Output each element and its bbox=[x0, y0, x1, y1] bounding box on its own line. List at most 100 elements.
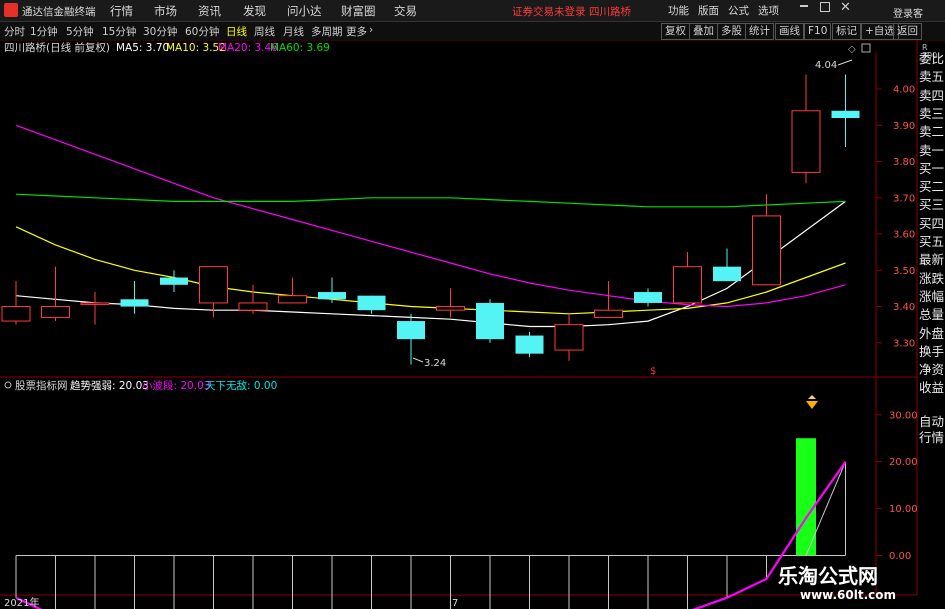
menu-item-options[interactable]: 选项 bbox=[758, 3, 779, 18]
menu-item-trade[interactable]: 交易 bbox=[394, 3, 417, 19]
kline-chart[interactable]: 4.00 3.90 3.80 3.70 3.60 3.50 3.40 3.30 30.00 20… bbox=[0, 40, 945, 609]
menu-item-discover[interactable]: 发现 bbox=[243, 3, 266, 19]
candle-body-12 bbox=[476, 302, 504, 340]
panel-expand-icon[interactable] bbox=[861, 43, 871, 53]
side-item-0[interactable]: 委比 bbox=[919, 51, 945, 67]
period-monthly[interactable]: 月线 bbox=[283, 24, 304, 39]
close-icon[interactable]: ✕ bbox=[840, 0, 851, 15]
candle-19 bbox=[752, 194, 781, 286]
overlay-button[interactable]: 叠加 bbox=[689, 23, 718, 40]
side-item-6[interactable]: 买一 bbox=[919, 161, 945, 177]
stats-button[interactable]: 统计 bbox=[745, 23, 774, 40]
ind-tick-label-1: 20.00 bbox=[889, 457, 918, 468]
period-intraday[interactable]: 分时 bbox=[4, 24, 25, 39]
ma60-line bbox=[15, 193, 846, 208]
adjust-button[interactable]: 复权 bbox=[661, 23, 690, 40]
minimize-icon[interactable] bbox=[800, 5, 808, 7]
ind-tick-label-2: 10.00 bbox=[889, 504, 918, 515]
candle-body-18 bbox=[713, 266, 741, 282]
period-weekly[interactable]: 周线 bbox=[254, 24, 275, 39]
signal-diamond-top-icon bbox=[808, 395, 816, 399]
multi-stock-button[interactable]: 多股 bbox=[717, 23, 746, 40]
indicator-settings-icon[interactable] bbox=[4, 381, 12, 389]
candle-14 bbox=[554, 313, 584, 361]
ma60-label: MA60: 3.69 bbox=[270, 42, 330, 54]
candle-0 bbox=[1, 281, 31, 325]
side-item-11[interactable]: 最新 bbox=[919, 252, 945, 268]
menu-item-market-quotes[interactable]: 行情 bbox=[110, 3, 133, 19]
more-chevron-icon[interactable]: › bbox=[369, 24, 373, 36]
price-axis: 4.00 3.90 3.80 3.70 3.60 3.50 3.40 3.30 bbox=[876, 85, 915, 349]
back-button[interactable]: 返回 bbox=[893, 23, 922, 40]
period-multi[interactable]: 多周期 bbox=[311, 24, 343, 39]
period-1min[interactable]: 1分钟 bbox=[30, 24, 58, 39]
side-item-17[interactable]: 净资 bbox=[919, 362, 945, 378]
axis-month-label: 7 bbox=[452, 598, 458, 609]
side-item-14[interactable]: 总量 bbox=[919, 307, 945, 323]
app-logo-icon bbox=[4, 3, 18, 17]
candle-body-14 bbox=[554, 324, 584, 351]
side-item-12[interactable]: 涨跌 bbox=[919, 271, 945, 287]
candle-body-2 bbox=[80, 302, 110, 305]
side-item-1[interactable]: 卖五 bbox=[919, 69, 945, 85]
candle-body-9 bbox=[357, 295, 386, 311]
side-item-13[interactable]: 涨幅 bbox=[919, 289, 945, 305]
side-item-3[interactable]: 卖三 bbox=[919, 106, 945, 122]
signal-marker-icon: $ bbox=[650, 366, 656, 377]
menu-item-formula[interactable]: 公式 bbox=[728, 3, 749, 18]
small-wave-line bbox=[15, 461, 847, 609]
price-tick-label-4: 3.60 bbox=[893, 230, 915, 241]
side-auto[interactable]: 自动 bbox=[919, 414, 945, 430]
period-5min[interactable]: 5分钟 bbox=[66, 24, 94, 39]
side-item-9[interactable]: 买四 bbox=[919, 216, 945, 232]
zoom-diamond-icon[interactable]: ◇ bbox=[848, 44, 856, 55]
side-item-8[interactable]: 买三 bbox=[919, 197, 945, 213]
side-item-2[interactable]: 卖四 bbox=[919, 88, 945, 104]
login-link[interactable]: 登录客 bbox=[893, 5, 923, 20]
candle-body-6 bbox=[238, 302, 268, 311]
candle-body-11 bbox=[436, 306, 465, 311]
period-toolbar: 分时 1分钟 5分钟 15分钟 30分钟 60分钟 日线 周线 月线 多周期 更… bbox=[0, 22, 945, 41]
mark-button[interactable]: 标记 bbox=[832, 23, 861, 40]
login-alert[interactable]: 证券交易未登录 bbox=[512, 4, 586, 19]
period-daily[interactable]: 日线 bbox=[226, 24, 247, 39]
candle-18 bbox=[713, 248, 741, 282]
stock-label: 四川路桥(日线 前复权) bbox=[4, 41, 110, 54]
ma5-label: MA5: 3.70 bbox=[116, 42, 169, 54]
candle-body-8 bbox=[318, 292, 346, 300]
side-item-10[interactable]: 买五 bbox=[919, 234, 945, 250]
side-item-15[interactable]: 外盘 bbox=[919, 326, 945, 342]
small-wave-label: 小波段: 20.03 bbox=[142, 379, 210, 392]
menu-item-market[interactable]: 市场 bbox=[154, 3, 177, 19]
side-item-4[interactable]: 卖二 bbox=[919, 124, 945, 140]
price-tick-label-1: 3.90 bbox=[893, 121, 915, 132]
side-quote[interactable]: 行情 bbox=[919, 430, 945, 446]
candle-1 bbox=[41, 266, 70, 322]
maximize-icon[interactable] bbox=[820, 2, 830, 12]
side-item-5[interactable]: 卖一 bbox=[919, 143, 945, 159]
side-item-18[interactable]: 收益 bbox=[919, 380, 945, 396]
candle-10 bbox=[397, 313, 425, 365]
side-item-7[interactable]: 买二 bbox=[919, 179, 945, 195]
period-15min[interactable]: 15分钟 bbox=[102, 24, 136, 39]
price-tick-label-2: 3.80 bbox=[893, 157, 915, 168]
ma-lines bbox=[15, 124, 846, 328]
f10-button[interactable]: F10 bbox=[804, 23, 832, 40]
period-60min[interactable]: 60分钟 bbox=[185, 24, 219, 39]
low-annotation-pointer bbox=[412, 357, 424, 363]
menu-bar: 通达信金融终端 行情 市场 资讯 发现 问小达 财富圈 交易 证券交易未登录 四… bbox=[0, 0, 945, 22]
draw-line-button[interactable]: 画线 bbox=[775, 23, 804, 40]
period-30min[interactable]: 30分钟 bbox=[143, 24, 177, 39]
candle-body-4 bbox=[160, 277, 188, 285]
candle-body-5 bbox=[199, 266, 228, 304]
period-more[interactable]: 更多 bbox=[346, 24, 367, 39]
side-item-16[interactable]: 换手 bbox=[919, 344, 945, 360]
menu-item-news[interactable]: 资讯 bbox=[198, 3, 221, 19]
menu-item-wealth[interactable]: 财富圈 bbox=[341, 3, 376, 19]
menu-item-function[interactable]: 功能 bbox=[668, 3, 689, 18]
menu-item-layout[interactable]: 版面 bbox=[698, 3, 719, 18]
candle-body-17 bbox=[673, 266, 702, 304]
candle-17 bbox=[673, 252, 702, 304]
menu-item-ask[interactable]: 问小达 bbox=[287, 3, 322, 19]
high-annotation: 4.04 bbox=[815, 60, 837, 71]
